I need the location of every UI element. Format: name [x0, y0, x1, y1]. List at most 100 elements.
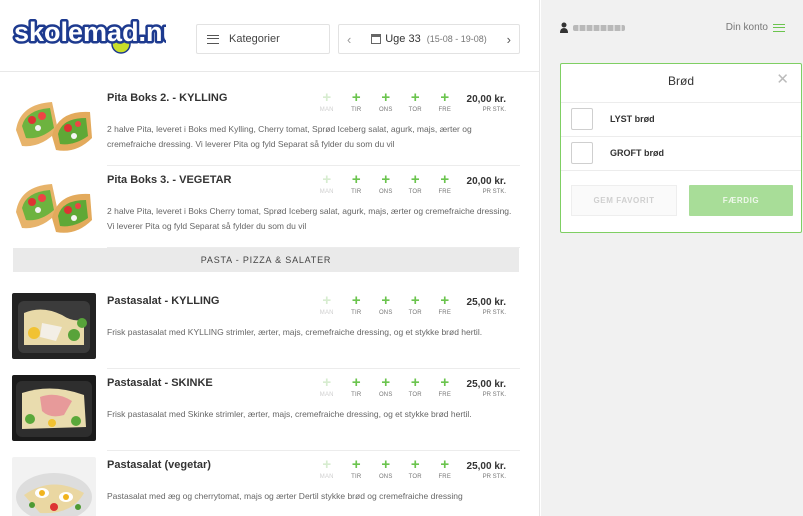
day-selectors: + MAN + TIR + ONS + TOR + FRE	[312, 293, 460, 317]
day-selector[interactable]: + TIR	[342, 293, 372, 317]
top-bar: skolemad.nu Kategorier ‹ Uge 33 (15-08 -…	[0, 0, 539, 72]
price-amount: 25,00 kr.	[466, 461, 506, 472]
day-label: ONS	[378, 189, 393, 195]
day-label: ONS	[378, 107, 393, 113]
day-selector[interactable]: + ONS	[371, 293, 401, 317]
plus-icon[interactable]: +	[401, 457, 431, 473]
plus-icon[interactable]: +	[371, 375, 401, 391]
plus-icon[interactable]: +	[371, 172, 401, 188]
product-row[interactable]: Pastasalat - KYLLING + MAN + TIR + ONS + TOR + FRE…	[0, 287, 539, 369]
day-selector[interactable]: + MAN	[312, 172, 342, 196]
option-dark-bread[interactable]: GROFT brød	[571, 142, 664, 164]
option-label: LYST brød	[610, 114, 655, 124]
option-light-bread[interactable]: LYST brød	[571, 108, 655, 130]
plus-icon[interactable]: +	[312, 90, 342, 106]
day-selector[interactable]: + ONS	[371, 90, 401, 114]
price-unit: PR STK.	[482, 310, 506, 316]
day-selector[interactable]: + MAN	[312, 293, 342, 317]
day-selector[interactable]: + MAN	[312, 375, 342, 399]
plus-icon[interactable]: +	[430, 375, 460, 391]
day-selector[interactable]: + TOR	[401, 293, 431, 317]
day-selector[interactable]: + FRE	[430, 293, 460, 317]
day-selector[interactable]: + ONS	[371, 172, 401, 196]
account-menu[interactable]: Din konto	[726, 22, 785, 33]
plus-icon[interactable]: +	[371, 90, 401, 106]
day-label: ONS	[378, 474, 393, 480]
day-selector[interactable]: + TOR	[401, 375, 431, 399]
checkbox[interactable]	[571, 142, 593, 164]
plus-icon[interactable]: +	[401, 90, 431, 106]
day-selector[interactable]: + MAN	[312, 457, 342, 481]
chevron-right-icon[interactable]: ›	[507, 33, 511, 46]
day-selector[interactable]: + MAN	[312, 90, 342, 114]
hamburger-menu-icon	[207, 34, 219, 44]
day-label: MAN	[319, 107, 334, 113]
day-label: ONS	[378, 392, 393, 398]
day-selector[interactable]: + FRE	[430, 172, 460, 196]
product-name: Pastasalat (vegetar)	[107, 459, 211, 471]
account-label: Din konto	[725, 22, 768, 33]
day-label: FRE	[438, 392, 452, 398]
day-selector[interactable]: + FRE	[430, 457, 460, 481]
plus-icon[interactable]: +	[312, 375, 342, 391]
day-selectors: + MAN + TIR + ONS + TOR + FRE	[312, 172, 460, 196]
product-price: 20,00 kr. PR STK.	[458, 94, 506, 113]
day-label: TOR	[408, 392, 422, 398]
done-button[interactable]: FÆRDIG	[689, 185, 793, 216]
week-selector: ‹ Uge 33 (15-08 - 19-08) ›	[338, 24, 520, 54]
plus-icon[interactable]: +	[430, 172, 460, 188]
plus-icon[interactable]: +	[430, 457, 460, 473]
day-selector[interactable]: + TIR	[342, 375, 372, 399]
product-row[interactable]: Pastasalat - SKINKE + MAN + TIR + ONS + TOR + FRE 2…	[0, 369, 539, 451]
plus-icon[interactable]: +	[342, 457, 372, 473]
plus-icon[interactable]: +	[401, 172, 431, 188]
plus-icon[interactable]: +	[371, 293, 401, 309]
divider	[561, 136, 801, 137]
plus-icon[interactable]: +	[312, 293, 342, 309]
plus-icon[interactable]: +	[371, 457, 401, 473]
plus-icon[interactable]: +	[342, 293, 372, 309]
categories-button[interactable]: Kategorier	[196, 24, 330, 54]
product-description: Frisk pastasalat med Skinke strimler, ær…	[107, 409, 472, 419]
day-selector[interactable]: + TOR	[401, 172, 431, 196]
product-price: 25,00 kr. PR STK.	[458, 461, 506, 480]
plus-icon[interactable]: +	[342, 90, 372, 106]
option-label: GROFT brød	[610, 148, 664, 158]
plus-icon[interactable]: +	[401, 293, 431, 309]
day-selector[interactable]: + ONS	[371, 457, 401, 481]
day-selector[interactable]: + FRE	[430, 375, 460, 399]
day-selector[interactable]: + TIR	[342, 90, 372, 114]
day-selector[interactable]: + TOR	[401, 90, 431, 114]
price-unit: PR STK.	[482, 474, 506, 480]
day-selector[interactable]: + TOR	[401, 457, 431, 481]
plus-icon[interactable]: +	[312, 457, 342, 473]
day-selector[interactable]: + ONS	[371, 375, 401, 399]
close-icon[interactable]: ✕	[776, 72, 789, 87]
save-favorite-button[interactable]: GEM FAVORIT	[571, 185, 677, 216]
day-selector[interactable]: + TIR	[342, 457, 372, 481]
plus-icon[interactable]: +	[430, 293, 460, 309]
plus-icon[interactable]: +	[312, 172, 342, 188]
chevron-left-icon[interactable]: ‹	[347, 33, 351, 46]
plus-icon[interactable]: +	[342, 172, 372, 188]
checkbox[interactable]	[571, 108, 593, 130]
plus-icon[interactable]: +	[401, 375, 431, 391]
day-label: FRE	[438, 107, 452, 113]
product-row[interactable]: Pastasalat (vegetar) + MAN + TIR + ONS + TOR + FRE…	[0, 451, 539, 516]
product-image	[12, 172, 96, 238]
day-selector[interactable]: + FRE	[430, 90, 460, 114]
product-image	[12, 375, 96, 441]
day-label: FRE	[438, 474, 452, 480]
skolemad-logo[interactable]: skolemad.nu	[12, 14, 166, 54]
price-unit: PR STK.	[482, 107, 506, 113]
day-label: MAN	[319, 310, 334, 316]
plus-icon[interactable]: +	[430, 90, 460, 106]
plus-icon[interactable]: +	[342, 375, 372, 391]
logo-text: skolemad.nu	[14, 17, 166, 47]
product-price: 20,00 kr. PR STK.	[458, 176, 506, 195]
dialog-title: Brød	[667, 74, 694, 88]
day-selector[interactable]: + TIR	[342, 172, 372, 196]
product-image	[12, 90, 96, 156]
product-row[interactable]: Pita Boks 3. - VEGETAR + MAN + TIR + ONS + TOR + F…	[0, 166, 539, 248]
product-row[interactable]: Pita Boks 2. - KYLLING + MAN + TIR + ONS + TOR + F…	[0, 84, 539, 166]
